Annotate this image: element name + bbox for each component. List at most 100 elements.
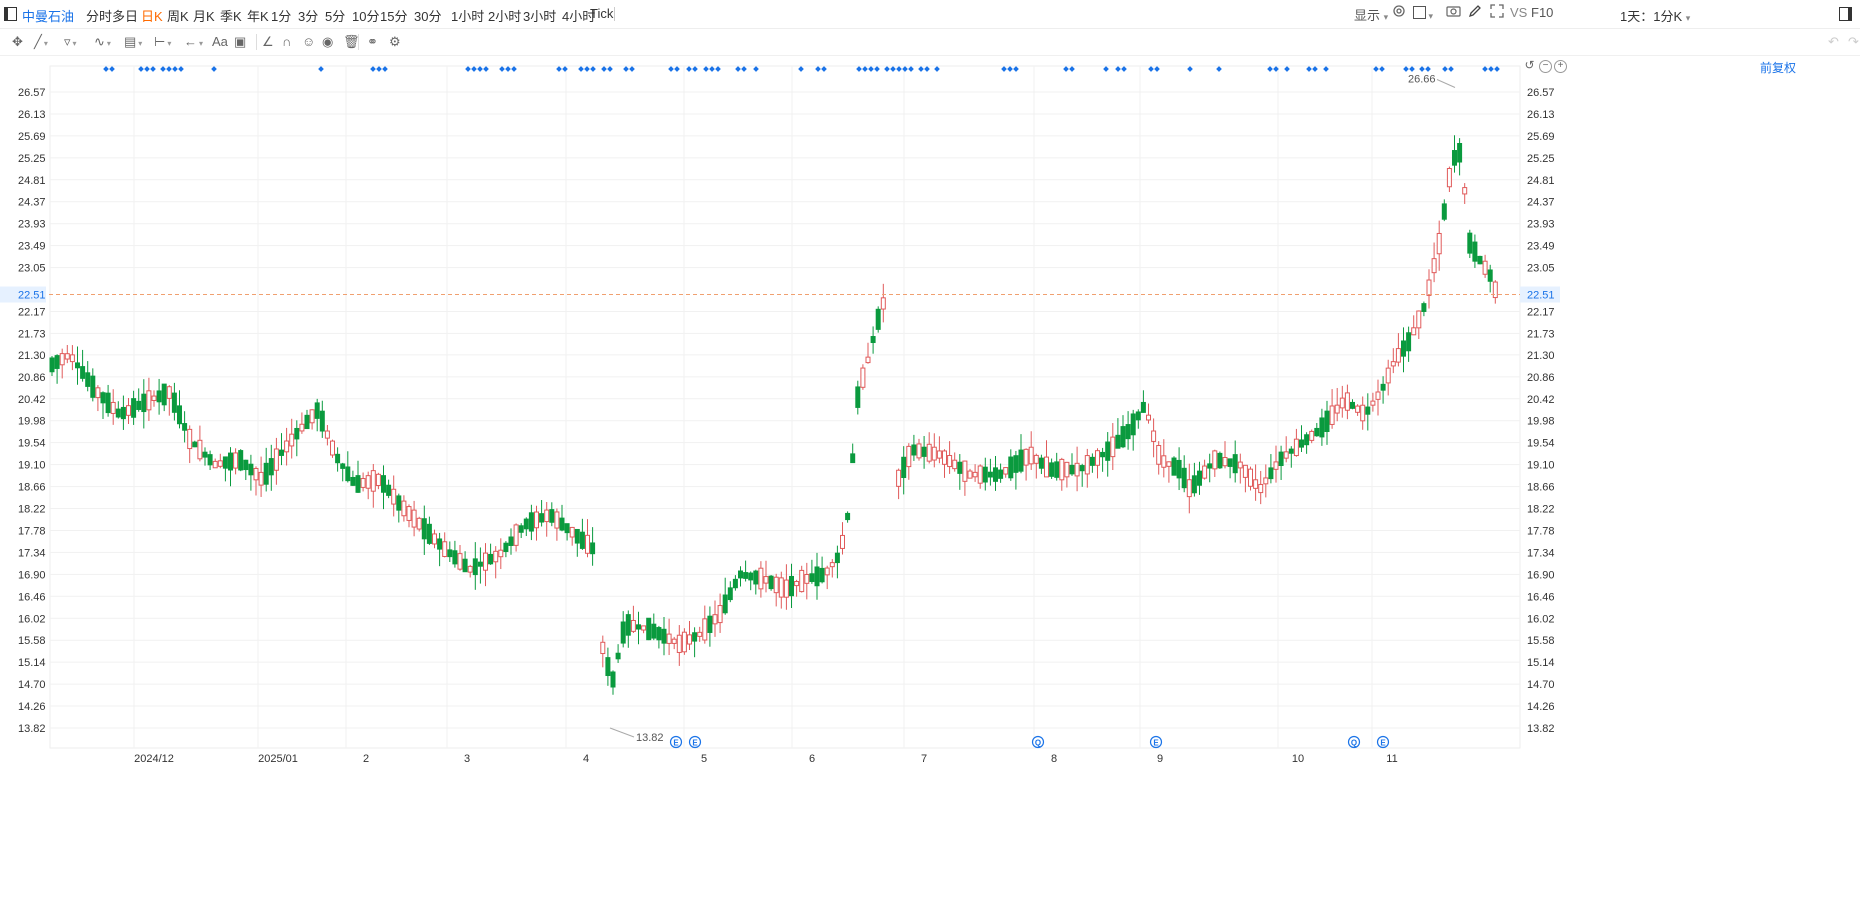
candle-body (182, 423, 188, 431)
event-dot[interactable] (138, 66, 144, 72)
event-dot[interactable] (370, 66, 376, 72)
event-dot[interactable] (590, 66, 596, 72)
candle-body (1171, 457, 1177, 476)
candle-body (426, 523, 432, 544)
event-dot[interactable] (607, 66, 613, 72)
event-dot[interactable] (1013, 66, 1019, 72)
event-dot[interactable] (584, 66, 590, 72)
event-dot[interactable] (629, 66, 635, 72)
event-dot[interactable] (160, 66, 166, 72)
event-dot[interactable] (382, 66, 388, 72)
event-dot[interactable] (1494, 66, 1500, 72)
event-dot[interactable] (578, 66, 584, 72)
event-dot[interactable] (674, 66, 680, 72)
event-dot[interactable] (1488, 66, 1494, 72)
event-dot[interactable] (103, 66, 109, 72)
high-label: 26.66 (1408, 74, 1436, 86)
event-dot[interactable] (556, 66, 562, 72)
event-dot[interactable] (1403, 66, 1409, 72)
event-dot[interactable] (868, 66, 874, 72)
event-dot[interactable] (483, 66, 489, 72)
event-dot[interactable] (815, 66, 821, 72)
candle-body (1054, 461, 1060, 478)
candle-body (1299, 439, 1304, 448)
candle-body (177, 405, 182, 425)
event-dot[interactable] (908, 66, 914, 72)
y-tick-left: 16.02 (18, 613, 46, 625)
event-dot[interactable] (1442, 66, 1448, 72)
event-dot[interactable] (1373, 66, 1379, 72)
event-dot[interactable] (109, 66, 115, 72)
candle-body (1421, 303, 1427, 312)
event-dot[interactable] (856, 66, 862, 72)
event-dot[interactable] (465, 66, 471, 72)
event-dot[interactable] (934, 66, 940, 72)
event-dot[interactable] (686, 66, 692, 72)
event-dot[interactable] (499, 66, 505, 72)
event-dot[interactable] (1379, 66, 1385, 72)
event-dot[interactable] (1121, 66, 1127, 72)
event-dot[interactable] (862, 66, 868, 72)
event-dot[interactable] (1312, 66, 1318, 72)
event-dot[interactable] (211, 66, 217, 72)
event-dot[interactable] (741, 66, 747, 72)
event-dot[interactable] (1267, 66, 1273, 72)
event-dot[interactable] (884, 66, 890, 72)
x-tick-label: 4 (583, 753, 589, 765)
event-dot[interactable] (924, 66, 930, 72)
event-dot[interactable] (692, 66, 698, 72)
event-dot[interactable] (1419, 66, 1425, 72)
event-dot[interactable] (1103, 66, 1109, 72)
event-dot[interactable] (1187, 66, 1193, 72)
event-dot[interactable] (918, 66, 924, 72)
event-dot[interactable] (1063, 66, 1069, 72)
event-dot[interactable] (1323, 66, 1329, 72)
event-dot[interactable] (1148, 66, 1154, 72)
event-dot[interactable] (1425, 66, 1431, 72)
event-dot[interactable] (753, 66, 759, 72)
event-dot[interactable] (1115, 66, 1121, 72)
event-dot[interactable] (178, 66, 184, 72)
event-dot[interactable] (1306, 66, 1312, 72)
candle-body (1176, 459, 1182, 479)
event-dot[interactable] (709, 66, 715, 72)
candlestick-chart[interactable]: 26.57 26.57 26.13 26.13 25.69 25.69 25.25 25.25… (0, 0, 1860, 921)
event-dot[interactable] (1007, 66, 1013, 72)
event-dot[interactable] (471, 66, 477, 72)
event-dot[interactable] (821, 66, 827, 72)
candle-body (1130, 413, 1136, 436)
event-dot[interactable] (1409, 66, 1415, 72)
event-dot[interactable] (798, 66, 804, 72)
event-dot[interactable] (896, 66, 902, 72)
event-dot[interactable] (1216, 66, 1222, 72)
x-tick-label: 8 (1051, 753, 1057, 765)
event-dot[interactable] (1069, 66, 1075, 72)
event-dot[interactable] (715, 66, 721, 72)
event-dot[interactable] (902, 66, 908, 72)
y-tick-right: 20.86 (1527, 372, 1555, 384)
candle-body (330, 440, 335, 456)
event-dot[interactable] (511, 66, 517, 72)
event-dot[interactable] (735, 66, 741, 72)
event-dot[interactable] (1154, 66, 1160, 72)
event-dot[interactable] (623, 66, 629, 72)
event-dot[interactable] (1482, 66, 1488, 72)
event-dot[interactable] (172, 66, 178, 72)
event-dot[interactable] (890, 66, 896, 72)
event-dot[interactable] (505, 66, 511, 72)
candle-body (1344, 392, 1350, 411)
event-dot[interactable] (1448, 66, 1454, 72)
event-dot[interactable] (166, 66, 172, 72)
event-dot[interactable] (668, 66, 674, 72)
event-dot[interactable] (1284, 66, 1290, 72)
event-dot[interactable] (318, 66, 324, 72)
event-dot[interactable] (874, 66, 880, 72)
event-dot[interactable] (144, 66, 150, 72)
event-dot[interactable] (477, 66, 483, 72)
event-dot[interactable] (150, 66, 156, 72)
event-dot[interactable] (601, 66, 607, 72)
event-dot[interactable] (703, 66, 709, 72)
event-dot[interactable] (562, 66, 568, 72)
event-dot[interactable] (376, 66, 382, 72)
event-dot[interactable] (1001, 66, 1007, 72)
